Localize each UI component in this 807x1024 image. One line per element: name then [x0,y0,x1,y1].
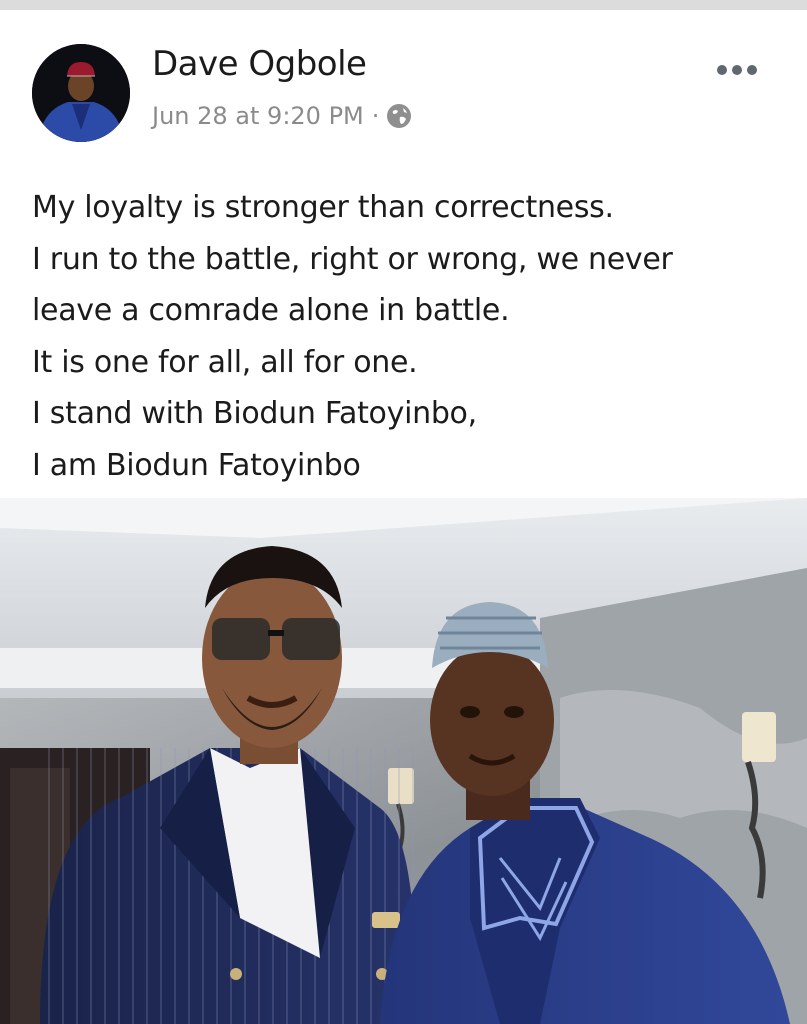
top-divider [0,0,807,10]
post-timestamp[interactable]: Jun 28 at 9:20 PM [152,102,364,130]
post-text-line: My loyalty is stronger than correctness. [32,190,614,225]
post-text-line: I stand with Biodun Fatoyinbo, [32,396,477,431]
facebook-post: Dave Ogbole Jun 28 at 9:20 PM · My loyal… [0,10,807,1024]
post-meta: Jun 28 at 9:20 PM · [152,102,413,130]
author-avatar[interactable] [32,44,130,142]
post-text-line: I am Biodun Fatoyinbo [32,447,361,483]
meta-separator: · [371,102,380,130]
globe-icon[interactable] [385,102,413,130]
post-text-line: leave a comrade alone in battle. [32,293,510,328]
author-name[interactable]: Dave Ogbole [152,44,367,84]
post-photo[interactable] [0,498,807,1024]
post-text: My loyalty is stronger than correctness.… [32,182,792,491]
post-text-line: It is one for all, all for one. [32,344,418,380]
post-text-line: I run to the battle, right or wrong, we … [32,241,673,277]
more-options-icon[interactable] [712,50,762,90]
